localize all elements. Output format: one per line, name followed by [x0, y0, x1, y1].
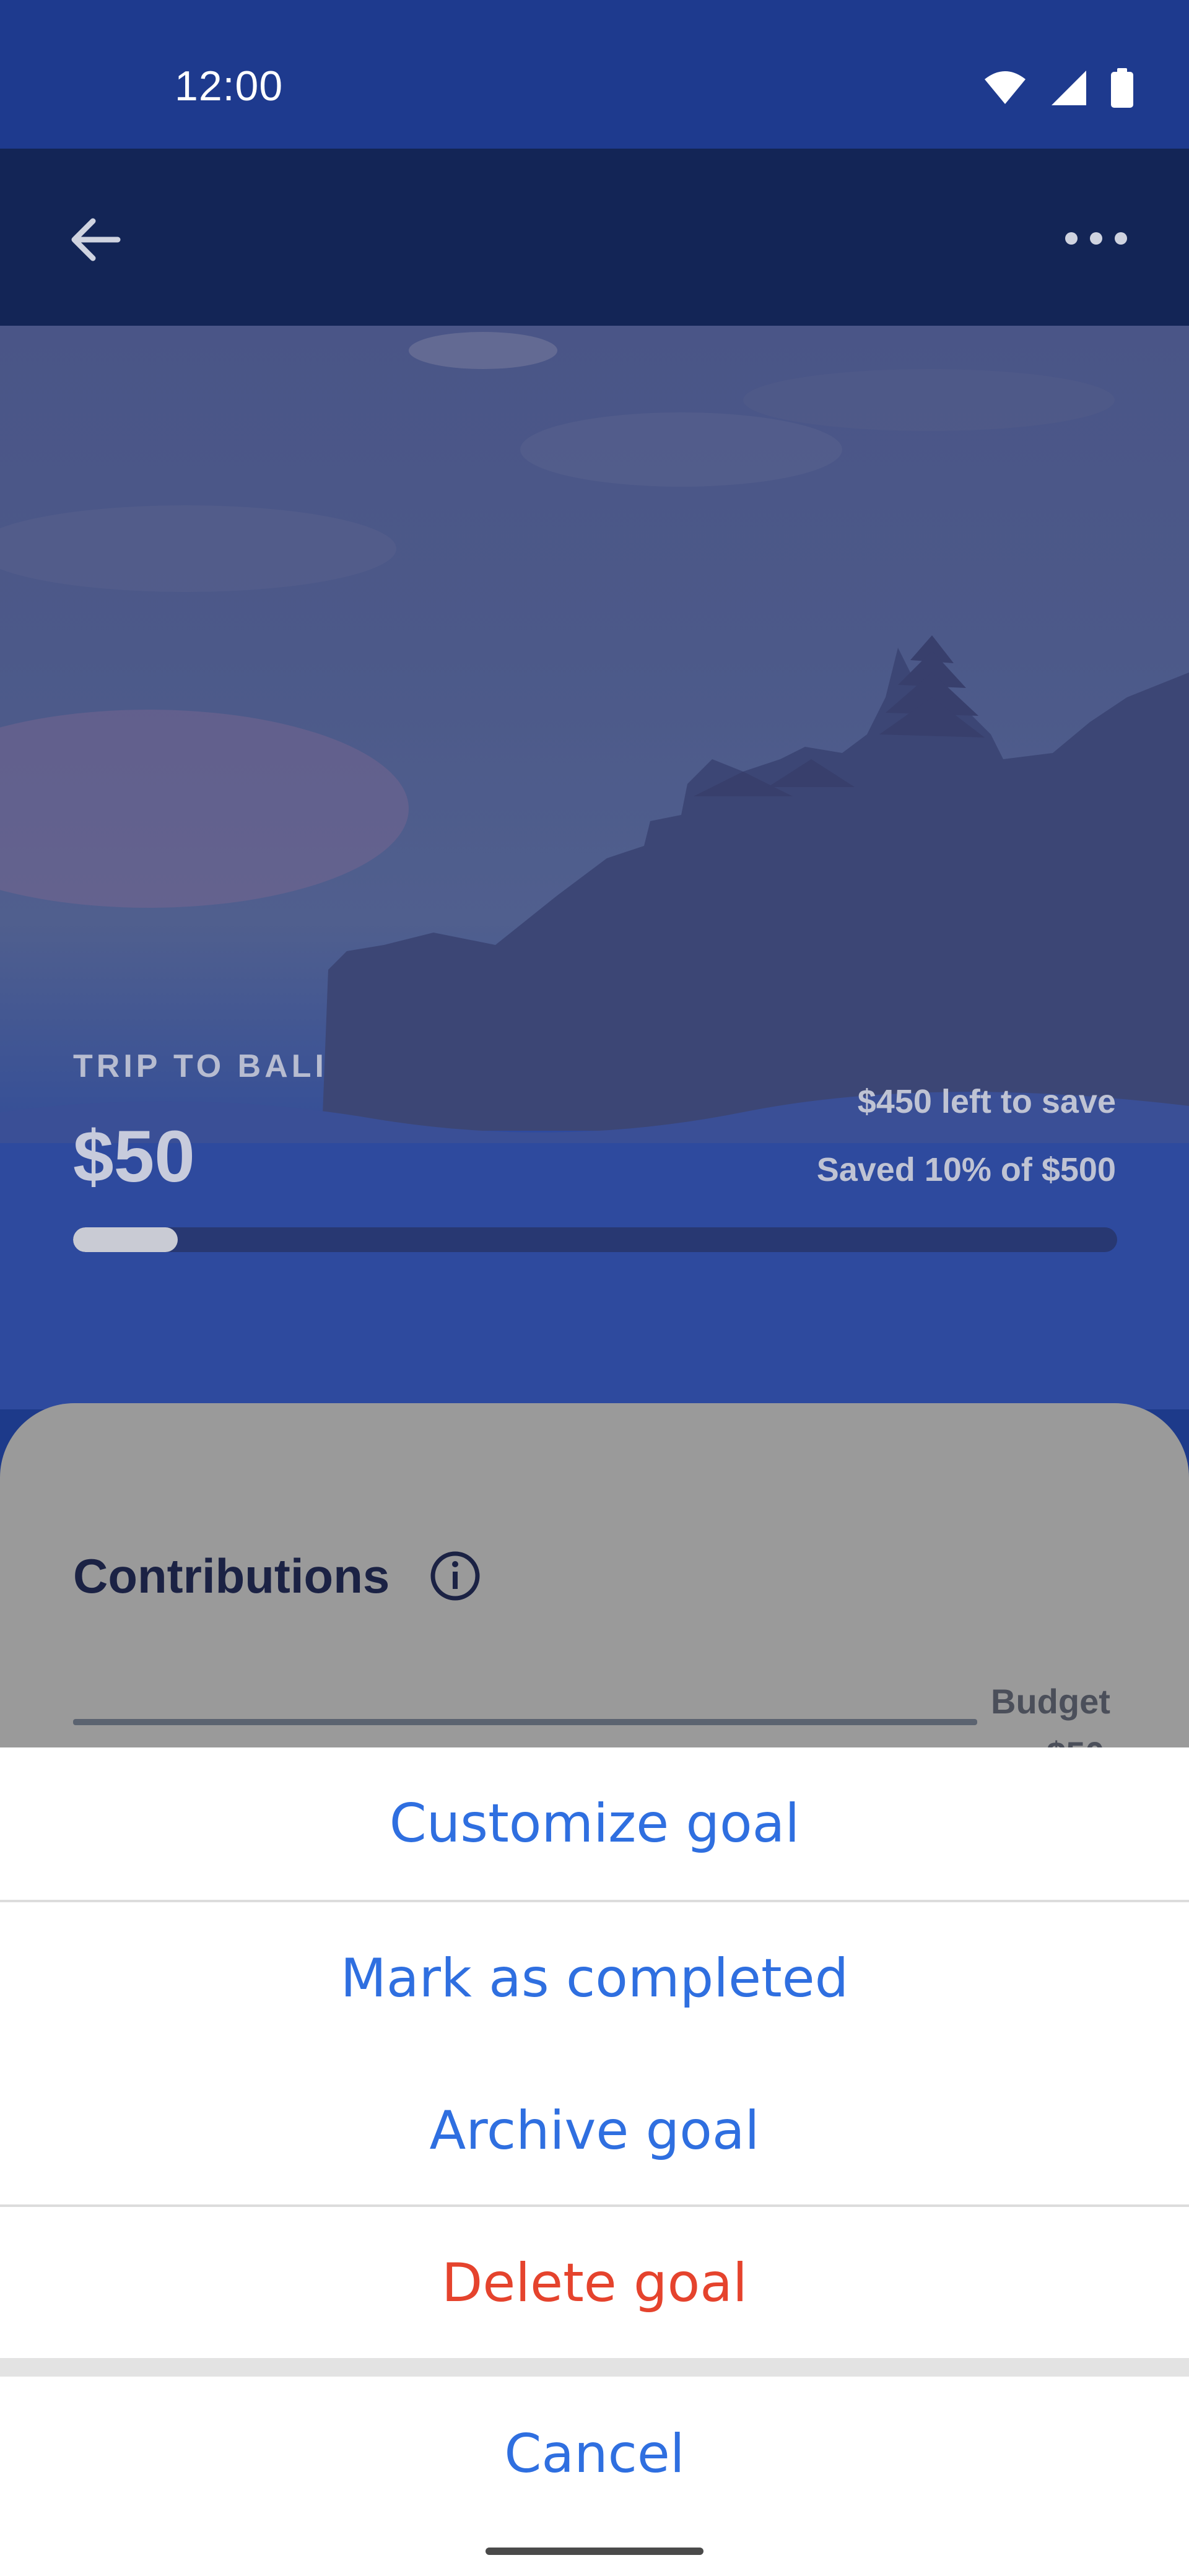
app-bar	[0, 149, 1189, 326]
goal-saved-amount: $50	[73, 1116, 195, 1198]
budget-line	[73, 1719, 977, 1725]
arrow-left-icon[interactable]	[62, 206, 130, 274]
signal-icon	[1052, 71, 1086, 105]
goal-progress-fill	[73, 1227, 178, 1252]
cancel-button[interactable]: Cancel	[0, 2377, 1189, 2531]
status-time: 12:00	[175, 63, 284, 110]
status-icons	[983, 68, 1133, 108]
wifi-icon	[985, 71, 1026, 104]
goal-progress-bar	[73, 1227, 1117, 1252]
archive-goal-button[interactable]: Archive goal	[0, 2055, 1189, 2207]
goal-name: TRIP TO BALI	[73, 1048, 328, 1084]
delete-goal-button[interactable]: Delete goal	[0, 2207, 1189, 2359]
saved-percent-text: Saved 10% of $500	[816, 1151, 1116, 1188]
goal-detail-screen: 12:00 TRIP TO BALI $50 $450 left to save…	[0, 0, 1189, 2576]
status-bar: 12:00	[0, 0, 1189, 149]
info-icon[interactable]	[427, 1548, 483, 1604]
mark-completed-button[interactable]: Mark as completed	[0, 1902, 1189, 2055]
customize-goal-button[interactable]: Customize goal	[0, 1747, 1189, 1900]
left-to-save-text: $450 left to save	[857, 1083, 1116, 1120]
budget-label: Budget	[991, 1682, 1110, 1721]
navigation-handle[interactable]	[486, 2548, 703, 2555]
sheet-separator	[0, 2358, 1189, 2377]
contributions-title: Contributions	[73, 1549, 390, 1603]
more-horizontal-icon[interactable]	[1059, 214, 1133, 263]
battery-icon	[1111, 68, 1133, 108]
action-sheet: Customize goal Mark as completed Archive…	[0, 1747, 1189, 2576]
